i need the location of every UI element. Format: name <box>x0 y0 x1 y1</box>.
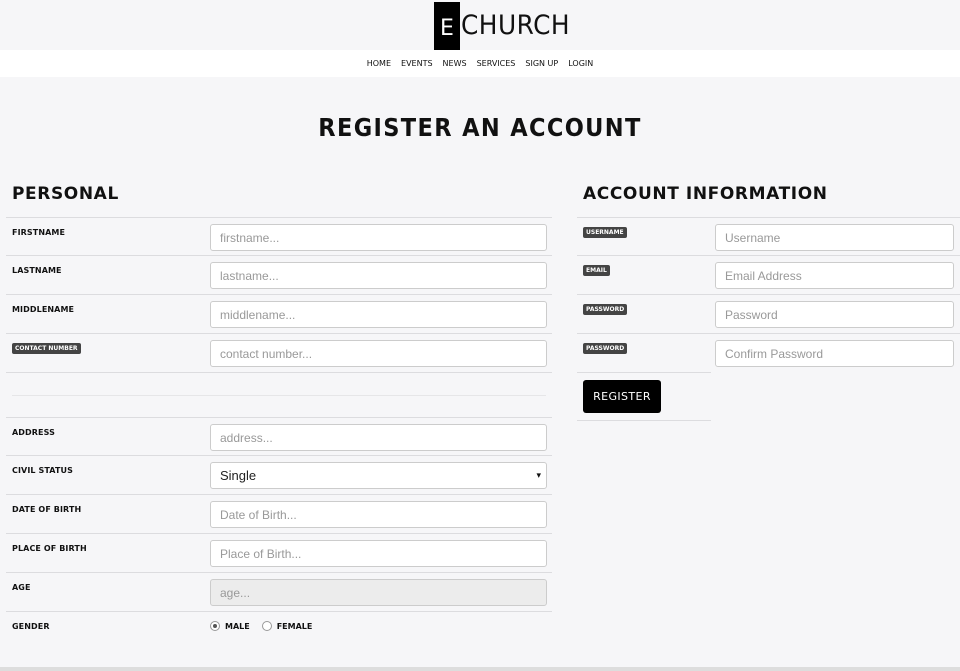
nav-home[interactable]: HOME <box>362 59 396 68</box>
chevron-down-icon: ▾ <box>536 470 541 480</box>
confirm-password-badge: PASSWORD <box>583 343 628 354</box>
gender-radio-group: MALE FEMALE <box>210 621 324 631</box>
nav-services[interactable]: SERVICES <box>472 59 521 68</box>
logo-text: CHURCH <box>461 10 571 41</box>
lastname-input[interactable] <box>210 262 547 289</box>
dob-row: DATE OF BIRTH <box>6 495 552 534</box>
pob-row: PLACE OF BIRTH <box>6 534 552 573</box>
civil-status-row: CIVIL STATUS Single ▾ <box>6 456 552 495</box>
address-input[interactable] <box>210 424 547 451</box>
middlename-row: MIDDLENAME <box>6 295 552 334</box>
password-badge: PASSWORD <box>583 304 628 315</box>
pob-input[interactable] <box>210 540 547 567</box>
username-input[interactable] <box>715 224 954 251</box>
age-label: AGE <box>12 583 31 592</box>
gender-male-label[interactable]: MALE <box>225 622 250 631</box>
address-row: ADDRESS <box>6 417 552 456</box>
confirm-password-input[interactable] <box>715 340 954 367</box>
contact-number-badge: CONTACT NUMBER <box>12 343 81 354</box>
middlename-input[interactable] <box>210 301 547 328</box>
section-divider <box>12 395 546 396</box>
gender-male-radio[interactable] <box>210 621 220 631</box>
email-input[interactable] <box>715 262 954 289</box>
lastname-row: LASTNAME <box>6 256 552 295</box>
nav-login[interactable]: LOGIN <box>563 59 598 68</box>
contact-number-input[interactable] <box>210 340 547 367</box>
nav-sign-up[interactable]: SIGN UP <box>520 59 563 68</box>
logo-letter-box: E <box>434 2 460 56</box>
dob-label: DATE OF BIRTH <box>12 505 82 514</box>
dob-input[interactable] <box>210 501 547 528</box>
firstname-label: FIRSTNAME <box>12 228 66 237</box>
account-section-title: ACCOUNT INFORMATION <box>583 184 828 204</box>
footer-divider <box>0 667 960 671</box>
email-row: EMAIL <box>577 256 960 295</box>
personal-section-title: PERSONAL <box>12 184 119 204</box>
civil-status-label: CIVIL STATUS <box>12 466 73 475</box>
main-nav: HOME EVENTS NEWS SERVICES SIGN UP LOGIN <box>0 50 960 77</box>
civil-status-select[interactable]: Single ▾ <box>210 462 547 489</box>
register-row: REGISTER <box>577 373 711 421</box>
pob-label: PLACE OF BIRTH <box>12 544 87 553</box>
age-input <box>210 579 547 606</box>
page-title: REGISTER AN ACCOUNT <box>318 113 642 142</box>
register-button[interactable]: REGISTER <box>583 380 661 413</box>
nav-events[interactable]: EVENTS <box>396 59 438 68</box>
email-badge: EMAIL <box>583 265 610 276</box>
gender-female-radio[interactable] <box>261 621 272 631</box>
contact-row: CONTACT NUMBER <box>6 334 552 373</box>
username-badge: USERNAME <box>583 227 627 238</box>
lastname-label: LASTNAME <box>12 266 62 275</box>
gender-female-label[interactable]: FEMALE <box>277 622 313 631</box>
username-row: USERNAME <box>577 217 960 256</box>
middlename-label: MIDDLENAME <box>12 305 75 314</box>
password-row: PASSWORD <box>577 295 960 334</box>
address-label: ADDRESS <box>12 428 55 437</box>
nav-news[interactable]: NEWS <box>438 59 472 68</box>
firstname-row: FIRSTNAME <box>6 217 552 256</box>
gender-label: GENDER <box>12 622 50 631</box>
civil-status-value: Single <box>220 468 257 483</box>
age-row: AGE <box>6 573 552 612</box>
confirm-password-row: PASSWORD <box>577 334 954 373</box>
password-input[interactable] <box>715 301 954 328</box>
firstname-input[interactable] <box>210 224 547 251</box>
gender-row: GENDER MALE FEMALE <box>6 612 552 646</box>
